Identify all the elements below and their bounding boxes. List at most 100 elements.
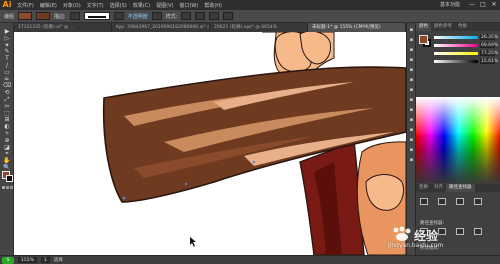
panel-dock-icon[interactable]: ▪ [408,137,415,144]
panel-dock-icon[interactable]: ▪ [408,77,415,84]
status-bar: S 155% 1 选择 [0,255,500,264]
default-colors-icon[interactable] [2,186,5,189]
menu-window[interactable]: 窗口(W) [176,2,201,9]
tab-color[interactable]: 颜色 [416,23,431,31]
style-dropdown[interactable] [181,12,192,20]
stroke-label: 描边: [54,13,66,20]
doc-tab[interactable]: Kyp: 29842967_2019090182080090.ai* @ ... [112,23,210,32]
menu-effect[interactable]: 效果(C) [130,2,153,9]
panel-dock-icon[interactable]: ▪ [408,67,415,74]
illustrator-window: Ai 文件(F) 编辑(E) 对象(O) 文字(T) 选择(S) 效果(C) 视… [0,0,500,264]
baidu-paw-logo [393,226,411,241]
tools-panel: ▶ ▷ ✦ ✎ T / ▭ ✏ ⌫ ⟲ ⤢ ✂ ⬚ ⊞ ◐ ✧ ⊕ ◪ ⌖ ✋ 🔍 [0,23,14,255]
tab-color-guide[interactable]: 颜色参考 [431,23,455,31]
panel-dock-icon[interactable]: ▪ [408,97,415,104]
slider-track[interactable] [434,59,478,63]
color-slider-y[interactable]: 77.25% [434,50,498,56]
slider-value-field[interactable]: 69.69% [480,42,498,48]
panel-dock-icon[interactable]: ▪ [408,117,415,124]
color-slider-c[interactable]: 26.35% [434,34,498,40]
panel-dock-icon[interactable]: ▪ [408,27,415,34]
panel-dock-icon[interactable]: ▪ [408,157,415,164]
workspace-switcher[interactable]: 基本功能 [440,0,460,10]
color-slider-m[interactable]: 69.69% [434,42,498,48]
slider-track[interactable] [434,35,478,39]
panel-dock-icon[interactable]: ▪ [408,87,415,94]
gradient-mode-icon[interactable] [6,186,9,189]
stroke-weight-field[interactable] [69,12,80,20]
color-slider-k[interactable]: 15.61% [434,58,498,64]
maximize-button[interactable]: □ [479,1,487,8]
tab-transform[interactable]: 变换 [416,184,431,192]
artboard-number-field[interactable]: 1 [40,257,50,263]
exclude-button[interactable] [474,198,482,205]
minimize-button[interactable]: — [468,1,476,8]
brush-dropdown[interactable] [113,12,124,20]
zoom-field[interactable]: 155% [18,257,37,263]
panel-fill-swatch[interactable] [419,35,428,44]
menu-select[interactable]: 选择(S) [107,2,130,9]
stroke-profile-dropdown[interactable] [83,12,110,20]
menu-object[interactable]: 对象(O) [60,2,84,9]
object-type-label: 编组 [4,13,15,20]
intersect-button[interactable] [456,198,464,205]
slider-value-field[interactable]: 77.25% [480,50,498,56]
shape-mode-buttons [420,198,486,205]
watermark-url: jingyan.baidu.com [388,242,444,249]
menu-type[interactable]: 文字(T) [84,2,107,9]
opacity-label[interactable]: 不透明度 [128,13,148,20]
doc-tab[interactable]: 20621 (轮廓).eps* @ 6654% [210,23,308,32]
axe-illustration [102,32,406,255]
color-spectrum[interactable] [416,97,500,183]
cursor-icon [190,237,196,247]
panel-dock-icon[interactable]: ▪ [408,107,415,114]
opacity-field[interactable] [151,12,162,20]
slider-track[interactable] [434,43,478,47]
panel-dock-icons: ▪ ▪ ▪ ▪ ▪ ▪ ▪ ▪ ▪ ▪ ▪ ▪ ▪ ▪ [407,23,416,255]
watermark: 经验 jingyan.baidu.com [384,226,496,254]
color-panel-tabs: 颜色 颜色参考 色板 [416,23,500,31]
style-label: 样式: [165,13,178,20]
menu-file[interactable]: 文件(F) [14,2,37,9]
current-tool-label: 选择 [53,258,63,263]
app-logo: Ai [0,0,14,10]
menu-help[interactable]: 帮助(H) [201,2,225,9]
panel-dock-icon[interactable]: ▪ [408,127,415,134]
fill-color-swatch[interactable] [18,12,33,20]
minus-front-button[interactable] [438,198,446,205]
anchor-point[interactable] [252,160,256,164]
panel-dock-icon[interactable]: ▪ [408,57,415,64]
control-bar: 编组 描边: 不透明度 样式: [0,10,500,23]
doc-tab[interactable]: 1T1S1335 (轮廓).ai* @ ... [14,23,112,32]
close-button[interactable]: ✕ [490,1,498,8]
transform-button[interactable] [223,12,234,20]
anchor-point[interactable] [184,182,188,186]
artboard-canvas[interactable] [14,32,406,255]
tab-align[interactable]: 对齐 [431,184,446,192]
none-mode-icon[interactable] [10,186,13,189]
slider-value-field[interactable]: 15.61% [480,58,498,64]
menu-bar: Ai 文件(F) 编辑(E) 对象(O) 文字(T) 选择(S) 效果(C) 视… [0,0,500,10]
slider-track[interactable] [434,51,478,55]
doc-tab-active[interactable]: 未标题-1* @ 155% (CMYK/预览) [308,23,406,32]
unite-button[interactable] [420,198,428,205]
window-controls: — □ ✕ [468,1,498,8]
stroke-swatch[interactable] [6,175,13,182]
menu-edit[interactable]: 编辑(E) [37,2,60,9]
stroke-color-swatch[interactable] [36,12,51,20]
anchor-point[interactable] [122,196,126,200]
slider-value-field[interactable]: 26.35% [480,34,498,40]
tab-swatches[interactable]: 色板 [455,23,470,31]
panel-dock-icon[interactable]: ▪ [408,147,415,154]
right-panels: ▪ ▪ ▪ ▪ ▪ ▪ ▪ ▪ ▪ ▪ ▪ ▪ ▪ ▪ 颜色 颜色参考 色板 26.35% 69.69% 77… [406,23,500,255]
document-tabs: 1T1S1335 (轮廓).ai* @ ... Kyp: 29842967_20… [14,23,406,32]
menu-view[interactable]: 视图(V) [153,2,176,9]
color-panel: 颜色 颜色参考 色板 26.35% 69.69% 77.25% 15.61% [416,23,500,107]
app-badge: S [2,256,14,264]
align-button[interactable] [209,12,220,20]
mini-swatches [2,186,13,189]
recolor-button[interactable] [195,12,206,20]
tab-pathfinder[interactable]: 路径查找器 [446,184,475,192]
panel-dock-icon[interactable]: ▪ [408,47,415,54]
panel-dock-icon[interactable]: ▪ [408,37,415,44]
